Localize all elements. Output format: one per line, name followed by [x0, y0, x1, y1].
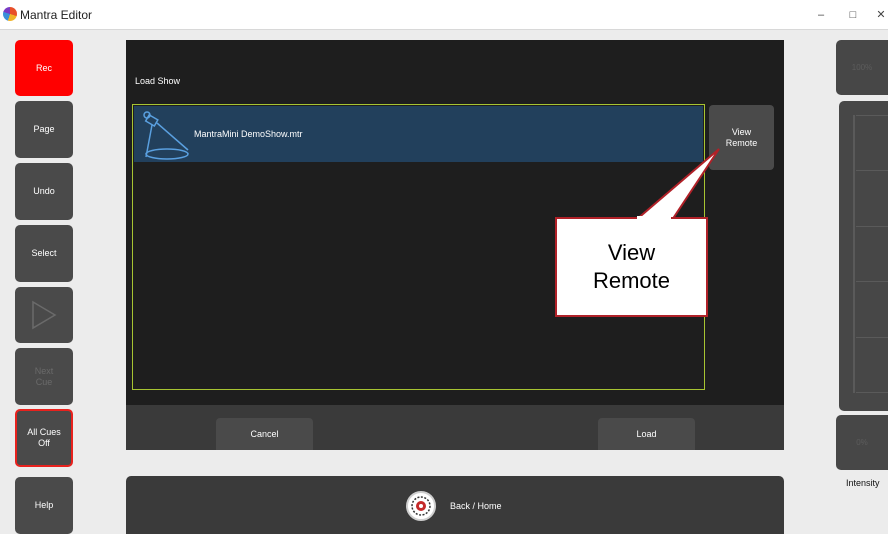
level-max-value: 100% — [851, 63, 873, 72]
callout-line2: Remote — [592, 268, 671, 293]
fader-tick — [856, 281, 888, 282]
callout-join — [637, 216, 671, 220]
callout-line1: View — [607, 240, 656, 265]
fader-tick — [856, 170, 888, 171]
view-remote-callout: View Remote — [555, 217, 708, 317]
callout-pointer — [633, 148, 720, 221]
level-min-display: 0% — [836, 415, 888, 470]
level-min-value: 0% — [856, 438, 868, 447]
fader-tick — [856, 392, 888, 393]
fader-track — [853, 115, 855, 393]
fader-ticks — [856, 115, 888, 393]
fader-tick — [856, 115, 888, 116]
fader-tick — [856, 337, 888, 338]
fader-tick — [856, 226, 888, 227]
intensity-label: Intensity — [846, 478, 880, 488]
level-max-display: 100% — [836, 40, 888, 95]
